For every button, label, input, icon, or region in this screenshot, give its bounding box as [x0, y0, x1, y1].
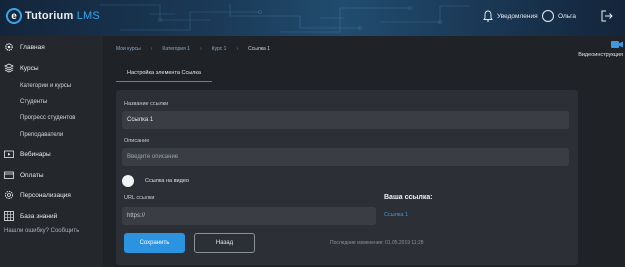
- video-link-toggle-label: Ссылка на видео: [145, 178, 189, 184]
- sidebar-item-label: Персонализация: [20, 191, 71, 199]
- save-button[interactable]: Сохранить: [124, 233, 185, 253]
- wallet-icon: [4, 171, 14, 179]
- avatar: [542, 10, 554, 22]
- breadcrumb: Мои курсы › Категория 1 › Курс 1 › Ссылк…: [116, 46, 270, 52]
- back-button[interactable]: Назад: [194, 233, 255, 253]
- sidebar-item-personalization[interactable]: Персонализация: [4, 190, 71, 200]
- url-label: URL ссылки: [124, 195, 155, 201]
- link-name-input[interactable]: Ссылка 1: [122, 111, 569, 129]
- sidebar-item-label: Оплаты: [20, 171, 44, 179]
- url-input[interactable]: https://: [122, 207, 376, 225]
- breadcrumb-item[interactable]: Категория 1: [162, 46, 190, 52]
- video-instruction-button[interactable]: Видеоинструкция: [571, 40, 623, 58]
- sidebar-item-home[interactable]: Главная: [4, 42, 45, 52]
- sidebar-item-label: Главная: [20, 43, 45, 51]
- user-name: Ольга: [558, 12, 577, 20]
- sidebar-item-label: Вебинары: [20, 150, 51, 158]
- top-header: e Tutorium LMS Уведомления Ольга: [0, 0, 625, 36]
- logo-mark: e: [6, 8, 22, 24]
- your-link-title: Ваша ссылка:: [384, 194, 433, 201]
- sidebar: Главная Курсы Категории и курсы Студенты…: [0, 36, 103, 267]
- description-label: Описание: [124, 138, 150, 144]
- video-link-toggle[interactable]: [122, 175, 134, 187]
- tab-link-settings[interactable]: Настройка элемента Ссылка: [116, 66, 212, 82]
- logo-text: Tutorium LMS: [25, 10, 100, 22]
- name-label: Название ссылки: [124, 101, 169, 107]
- video-icon: [4, 150, 14, 158]
- settings-icon: [4, 190, 14, 200]
- sidebar-subitem-categories[interactable]: Категории и курсы: [20, 83, 71, 89]
- chevron-right-icon: ›: [199, 46, 202, 52]
- breadcrumb-item[interactable]: Курс 1: [212, 46, 227, 52]
- sidebar-subitem-progress[interactable]: Прогресс студентов: [20, 115, 76, 121]
- sidebar-subitem-teachers[interactable]: Преподаватели: [20, 132, 63, 138]
- sidebar-item-label: База знаний: [20, 212, 58, 220]
- bell-icon: [483, 10, 493, 22]
- logout-icon[interactable]: [601, 10, 613, 22]
- camera-icon: [611, 41, 623, 48]
- sidebar-item-label: Курсы: [20, 64, 39, 72]
- user-menu[interactable]: Ольга: [542, 10, 576, 22]
- video-instruction-label: Видеоинструкция: [578, 52, 623, 58]
- chevron-right-icon: ›: [236, 46, 239, 52]
- report-error-link[interactable]: Нашли ошибку? Сообщить: [4, 228, 79, 234]
- last-changed-text: Последние изменения: 01.05.2019 11:28: [330, 240, 424, 246]
- sidebar-item-webinars[interactable]: Вебинары: [4, 149, 51, 159]
- sidebar-subitem-students[interactable]: Студенты: [20, 99, 47, 105]
- breadcrumb-current: Ссылка 1: [248, 46, 270, 52]
- gear-icon: [5, 43, 13, 51]
- breadcrumb-item[interactable]: Мои курсы: [116, 46, 141, 52]
- sidebar-item-knowledge-base[interactable]: База знаний: [4, 211, 57, 221]
- layers-icon: [4, 63, 14, 73]
- sidebar-item-courses[interactable]: Курсы: [4, 63, 39, 73]
- your-link-value[interactable]: Ссылка 1: [384, 212, 408, 218]
- grid-icon: [4, 211, 14, 221]
- notifications-label: Уведомления: [497, 12, 538, 20]
- logo[interactable]: e Tutorium LMS: [6, 8, 100, 24]
- sidebar-item-payments[interactable]: Оплаты: [4, 170, 44, 180]
- chevron-right-icon: ›: [150, 46, 153, 52]
- description-input[interactable]: Введите описание: [122, 148, 569, 166]
- notifications-button[interactable]: Уведомления: [483, 10, 538, 22]
